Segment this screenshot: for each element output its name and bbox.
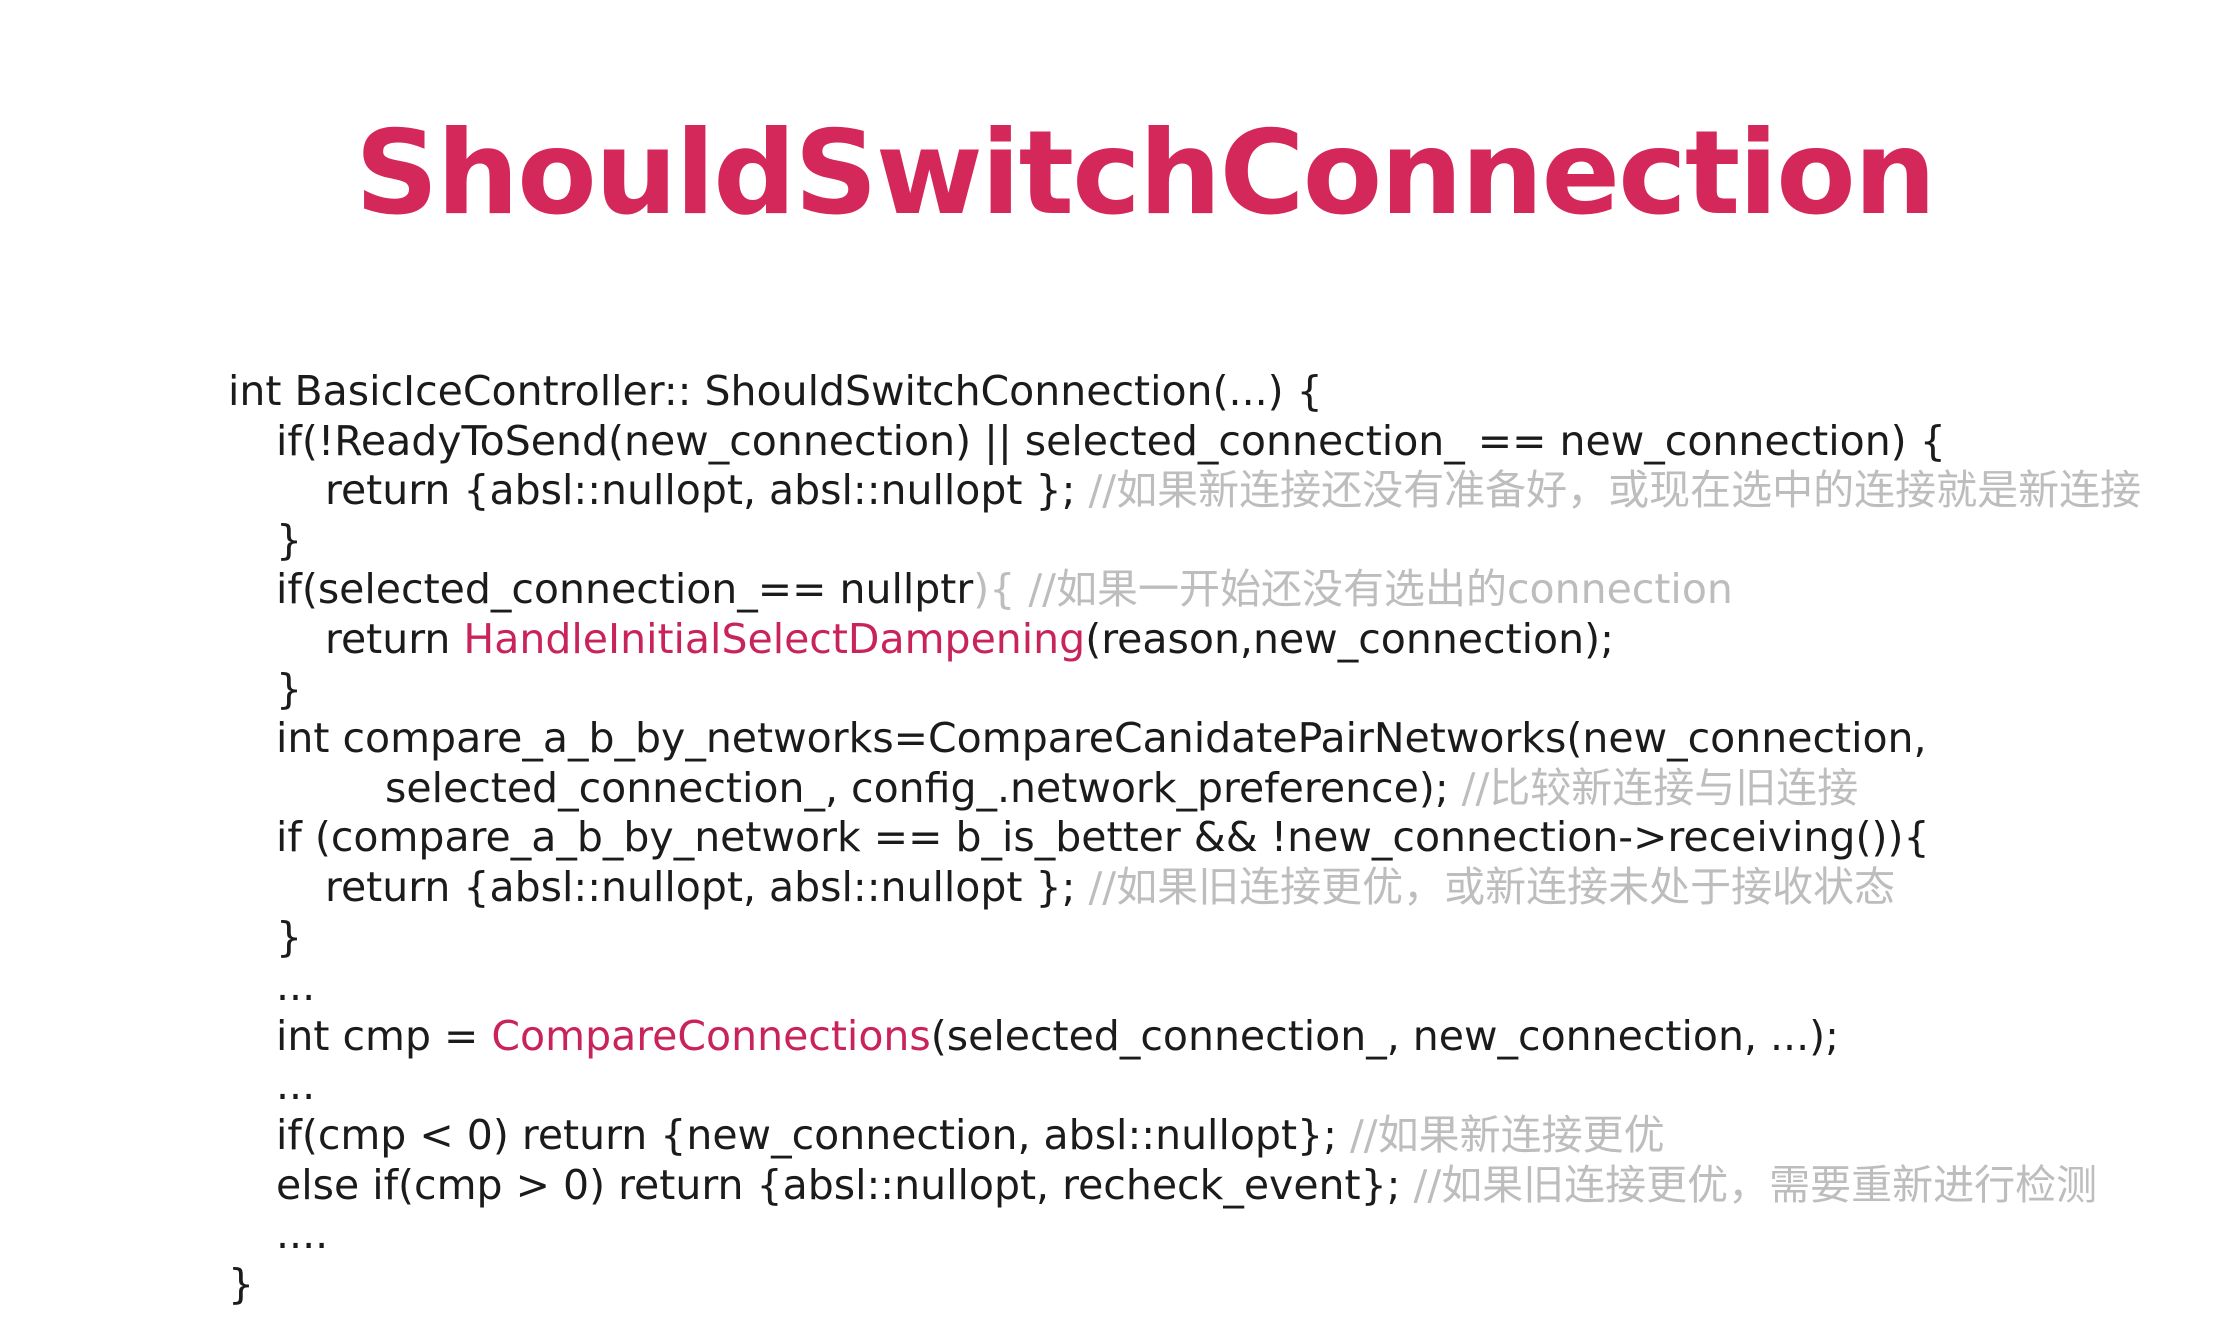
- code-text: else if(cmp > 0) return {absl::nullopt, …: [276, 1160, 1414, 1209]
- code-line: }: [228, 665, 2208, 715]
- code-line: else if(cmp > 0) return {absl::nullopt, …: [228, 1161, 2208, 1211]
- code-text: (reason,new_connection);: [1085, 614, 1614, 663]
- code-line: selected_connection_, config_.network_pr…: [228, 764, 2208, 814]
- code-line: return {absl::nullopt, absl::nullopt }; …: [228, 466, 2208, 516]
- function-name-highlight: HandleInitialSelectDampening: [463, 614, 1086, 663]
- code-text: (selected_connection_, new_connection, .…: [930, 1011, 1839, 1060]
- code-line: }: [228, 1260, 2208, 1310]
- function-name-highlight: CompareConnections: [491, 1011, 931, 1060]
- code-text: int cmp =: [276, 1011, 492, 1060]
- slide-title: ShouldSwitchConnection: [355, 106, 1936, 241]
- code-comment: ){ //如果一开始还没有选出的connection: [973, 565, 1733, 614]
- code-line: int compare_a_b_by_networks=CompareCanid…: [228, 714, 2208, 764]
- code-line: return HandleInitialSelectDampening(reas…: [228, 615, 2208, 665]
- code-comment: //比较新连接与旧连接: [1461, 763, 1859, 812]
- code-text: }: [276, 912, 303, 961]
- code-line: if(cmp < 0) return {new_connection, absl…: [228, 1111, 2208, 1161]
- code-text: ....: [276, 1210, 329, 1259]
- code-text: return: [325, 614, 464, 663]
- code-text: ...: [276, 962, 316, 1011]
- code-text: selected_connection_, config_.network_pr…: [385, 763, 1462, 812]
- slide: ShouldSwitchConnection int BasicIceContr…: [0, 0, 2218, 1324]
- code-text: }: [276, 515, 303, 564]
- code-text: if(cmp < 0) return {new_connection, absl…: [276, 1110, 1350, 1159]
- code-line: ....: [228, 1210, 2208, 1260]
- code-text: return {absl::nullopt, absl::nullopt };: [325, 466, 1089, 515]
- code-line: ...: [228, 1061, 2208, 1111]
- code-text: int compare_a_b_by_networks=CompareCanid…: [276, 714, 1927, 763]
- code-line: int BasicIceController:: ShouldSwitchCon…: [228, 367, 2208, 417]
- code-comment: //如果旧连接更优，需要重新进行检测: [1413, 1160, 2098, 1209]
- code-text: ...: [276, 1061, 316, 1110]
- code-text: }: [228, 1259, 255, 1308]
- code-text: int BasicIceController:: ShouldSwitchCon…: [228, 367, 1323, 415]
- code-text: return {absl::nullopt, absl::nullopt };: [325, 862, 1089, 911]
- code-line: return {absl::nullopt, absl::nullopt }; …: [228, 863, 2208, 913]
- code-comment: //如果新连接更优: [1349, 1110, 1665, 1159]
- code-text: }: [276, 664, 303, 713]
- code-line: ...: [228, 962, 2208, 1012]
- code-line: if (compare_a_b_by_network == b_is_bette…: [228, 813, 2208, 863]
- code-text: if(!ReadyToSend(new_connection) || selec…: [276, 416, 1946, 465]
- code-comment: //如果新连接还没有准备好，或现在选中的连接就是新连接: [1088, 466, 2142, 515]
- code-line: if(selected_connection_== nullptr){ //如果…: [228, 565, 2208, 615]
- code-block: int BasicIceController:: ShouldSwitchCon…: [228, 367, 2208, 1309]
- code-line: int cmp = CompareConnections(selected_co…: [228, 1012, 2208, 1062]
- code-text: if(selected_connection_== nullptr: [276, 565, 974, 614]
- code-comment: //如果旧连接更优，或新连接未处于接收状态: [1088, 862, 1896, 911]
- code-line: }: [228, 516, 2208, 566]
- code-line: if(!ReadyToSend(new_connection) || selec…: [228, 417, 2208, 467]
- code-line: }: [228, 913, 2208, 963]
- code-text: if (compare_a_b_by_network == b_is_bette…: [276, 813, 1930, 862]
